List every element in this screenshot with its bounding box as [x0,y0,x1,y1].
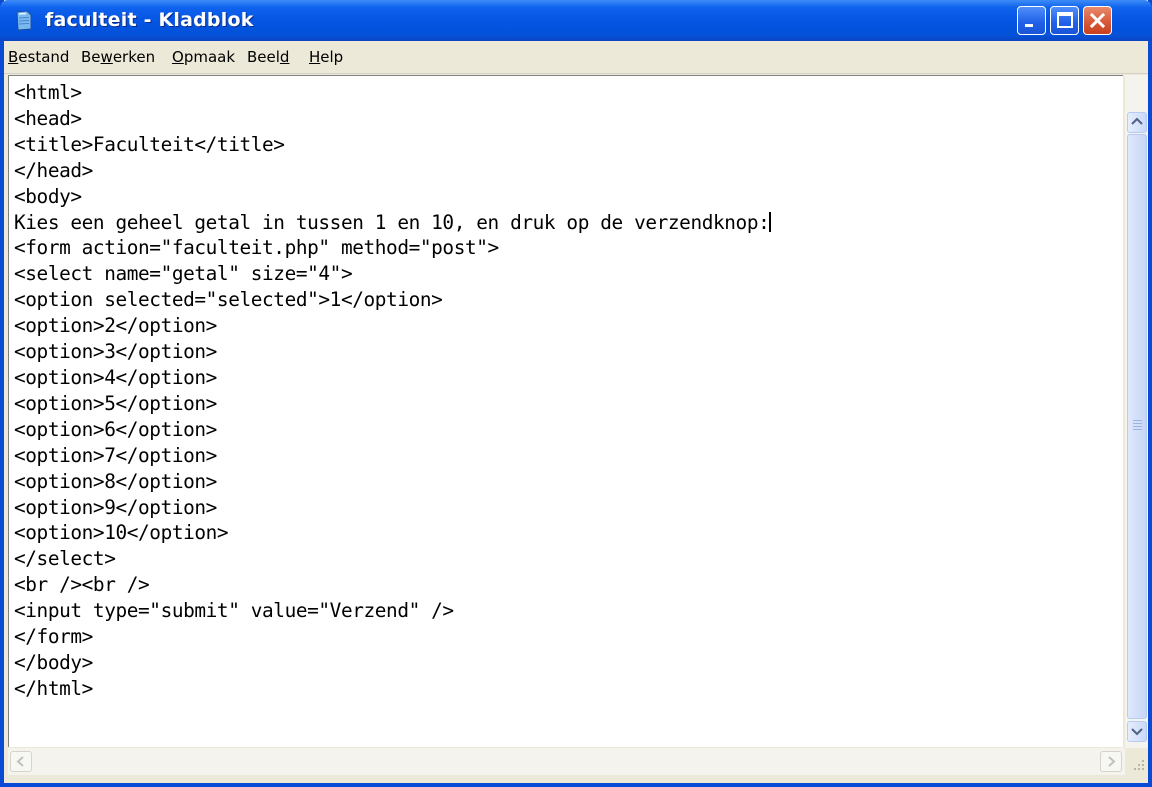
thumb-grip [1133,429,1142,430]
up-arrow-icon [1131,117,1143,125]
scroll-thumb[interactable] [1127,134,1147,719]
menu-bewerken[interactable]: Bewerken [81,48,155,66]
thumb-grip [1133,426,1142,427]
resize-grip[interactable] [1125,748,1148,775]
notepad-window: faculteit - Kladblok Bestand Bewerken Op… [0,0,1152,787]
title-bar[interactable]: faculteit - Kladblok [0,0,1152,41]
text-line: <html> [14,81,82,104]
right-arrow-icon [1108,756,1116,767]
text-line: <br /><br /> [14,573,150,597]
minimize-button[interactable] [1017,6,1046,35]
text-line: <option selected="selected">1</option> [14,288,443,312]
maximize-button[interactable] [1050,6,1079,35]
scroll-right-button[interactable] [1100,751,1122,772]
text-line: <option>3</option> [14,340,217,364]
text-editor[interactable]: <html> <head> <title>Faculteit</title> </he… [8,75,1123,747]
horizontal-scrollbar[interactable] [8,748,1125,775]
scroll-left-button[interactable] [10,751,32,772]
close-button[interactable] [1083,6,1112,35]
text-line: <option>7</option> [14,443,217,467]
maximize-icon [1057,12,1073,28]
text-line: </body> [14,650,93,674]
down-arrow-icon [1131,728,1143,736]
text-line: <option>2</option> [14,314,217,338]
menu-bestand[interactable]: Bestand [8,48,69,66]
text-line: <option>8</option> [14,469,217,493]
editor-text: <html> <head> <title>Faculteit</title> </he… [9,76,1123,702]
scroll-down-button[interactable] [1127,721,1147,742]
thumb-grip [1133,420,1142,421]
text-line: <option>9</option> [14,495,217,519]
menu-opmaak[interactable]: Opmaak [172,48,235,66]
text-line: Kies een geheel getal in tussen 1 en 10,… [14,210,772,234]
text-line: </html> [14,676,93,700]
menu-bar: Bestand Bewerken Opmaak Beeld Help [4,41,1148,74]
text-line: <option>6</option> [14,417,217,441]
text-line: <head> [14,106,82,130]
text-line: </select> [14,547,116,571]
text-caret [769,211,772,232]
menu-beeld[interactable]: Beeld [247,48,289,66]
menu-help[interactable]: Help [309,48,343,66]
text-line: <form action="faculteit.php" method="pos… [14,236,499,260]
close-icon [1089,12,1106,29]
resize-grip-icon [1134,760,1144,770]
left-arrow-icon [16,756,24,767]
text-line: <input type="submit" value="Verzend" /> [14,599,454,623]
window-title: faculteit - Kladblok [45,9,254,31]
notepad-icon [16,10,32,31]
text-line: <option>5</option> [14,391,217,415]
text-line: <option>10</option> [14,521,229,545]
thumb-grip [1133,423,1142,424]
scroll-up-button[interactable] [1127,112,1147,133]
minimize-icon [1025,24,1033,27]
text-line: <option>4</option> [14,365,217,389]
text-line: <title>Faculteit</title> [14,132,285,156]
text-line: <select name="getal" size="4"> [14,262,353,286]
text-line: </head> [14,158,93,182]
text-line: </form> [14,625,93,649]
text-line: <body> [14,184,82,208]
